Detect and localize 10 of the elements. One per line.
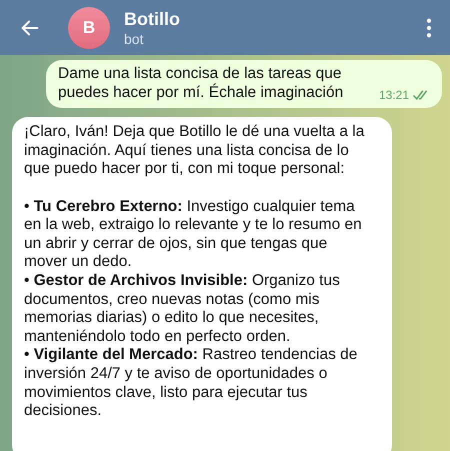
list-item-text: • Tu Cerebro Externo: Investigo cualquier tema en la web, extraigo lo relevante y te lo resumo en un abrir y cerrar de ojos, sin que tengas que mover un dedo. <box>24 198 363 272</box>
list-item-text: • Gestor de Archivos Invisible: Organizo tus documentos, creo nuevas notas (como mis memorias diarias) o edito lo que necesites, manteniéndolo todo en perfecto orden. <box>24 272 341 346</box>
chat-title: Botillo <box>124 8 180 30</box>
message-text: Dame una lista concisa de las tareas que puedes hacer por mí. Échale imaginación <box>58 65 344 102</box>
avatar[interactable]: B <box>68 6 110 48</box>
message-text: ¡Claro, Iván! Deja que Botillo le dé una vuelta a la imaginación. Aquí tienes una lista concisa de lo que puedo hacer por ti, con mi toque personal: <box>24 123 366 179</box>
list-item-text: • Vigilante del Mercado: Rastreo tendencias de inversión 24/7 y te aviso de oportunidades o movimientos clave, listo para ejecutar tus decisiones. <box>24 346 358 421</box>
chat-status: bot <box>124 30 144 48</box>
message-time: 13:21 <box>378 88 409 102</box>
more-menu-icon[interactable] <box>426 18 432 38</box>
